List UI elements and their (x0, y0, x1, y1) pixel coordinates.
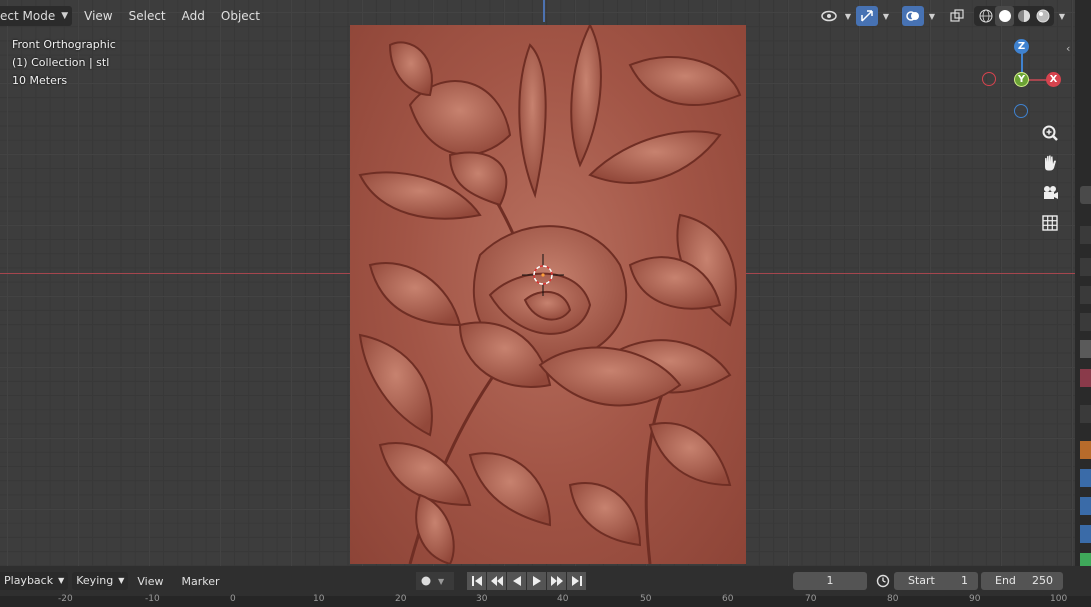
ruler-tick: -20 (58, 594, 73, 604)
end-label: End (995, 574, 1016, 587)
x-axis-gizmo[interactable]: X (1046, 72, 1061, 87)
timeline-header: Playback ▼ Keying ▼ View Marker ▼ 1 Star… (0, 570, 1091, 592)
scale-label: 10 Meters (12, 74, 68, 87)
pan-hand-icon[interactable] (1036, 149, 1064, 177)
ruler-tick: 70 (805, 594, 817, 604)
menu-add[interactable]: Add (174, 6, 213, 26)
ruler-tick: 80 (887, 594, 899, 604)
ruler-tick: 30 (476, 594, 488, 604)
menu-view[interactable]: View (76, 6, 120, 26)
ruler-tick: -10 (145, 594, 160, 604)
menu-object[interactable]: Object (213, 6, 268, 26)
viewport-menu-bar: ect Mode ▼ View Select Add Object (0, 4, 268, 28)
playback-dropdown[interactable]: Playback ▼ (0, 572, 69, 590)
chevron-down-icon[interactable]: ▼ (926, 12, 938, 21)
start-value: 1 (961, 574, 968, 587)
chevron-down-icon[interactable]: ▼ (842, 12, 854, 21)
play-reverse-icon[interactable] (507, 572, 526, 590)
ruler-tick: 10 (313, 594, 325, 604)
timeline-editor: Playback ▼ Keying ▼ View Marker ▼ 1 Star… (0, 566, 1091, 607)
y-axis-gizmo[interactable]: Y (1014, 72, 1029, 87)
visibility-icon[interactable] (818, 6, 840, 26)
collection-label: (1) Collection | stl (12, 56, 110, 69)
view-layer-tab-icon[interactable] (1080, 286, 1091, 304)
ruler-tick: 0 (230, 594, 236, 604)
modifier-tab-icon[interactable] (1080, 441, 1091, 459)
constraints-tab-icon[interactable] (1080, 497, 1091, 515)
negative-x-axis-gizmo[interactable] (982, 72, 996, 86)
rendered-shading-icon[interactable] (1033, 6, 1052, 26)
end-value: 250 (1032, 574, 1053, 587)
3d-viewport[interactable]: Front Orthographic (1) Collection | stl … (0, 0, 1075, 566)
chevron-down-icon[interactable]: ▼ (880, 12, 892, 21)
overlay-icon[interactable] (902, 6, 924, 26)
viewport-display-tools: ▼ ▼ ▼ ▼ (818, 4, 1068, 28)
material-shading-icon[interactable] (1014, 6, 1033, 26)
ruler-tick: 100 (1050, 594, 1068, 604)
keying-label: Keying (76, 574, 114, 587)
chevron-down-icon: ▼ (118, 576, 125, 585)
timeline-menu-marker[interactable]: Marker (172, 575, 228, 588)
camera-icon[interactable] (1036, 179, 1064, 207)
zoom-icon[interactable] (1036, 119, 1064, 147)
z-axis-gizmo[interactable]: Z (1014, 39, 1029, 54)
current-frame-field[interactable]: 1 (793, 572, 867, 590)
xray-icon[interactable] (946, 6, 968, 26)
end-frame-field[interactable]: End 250 (981, 572, 1063, 590)
output-tab-icon[interactable] (1080, 258, 1091, 276)
next-keyframe-icon[interactable] (547, 572, 566, 590)
play-icon[interactable] (527, 572, 546, 590)
chevron-down-icon: ▼ (61, 11, 69, 21)
wireframe-shading-icon[interactable] (976, 6, 995, 26)
physics-tab-icon[interactable] (1080, 469, 1091, 487)
interaction-mode-dropdown[interactable]: ect Mode ▼ (0, 6, 73, 26)
ruler-tick: 50 (640, 594, 652, 604)
sidebar-toggle-icon[interactable]: ‹ (1066, 42, 1070, 55)
prev-keyframe-icon[interactable] (487, 572, 506, 590)
grid-icon[interactable] (1036, 209, 1064, 237)
tool-tab-icon[interactable] (1080, 186, 1091, 204)
scene-tab-icon[interactable] (1080, 313, 1091, 331)
world-tab-icon[interactable] (1080, 340, 1091, 358)
jump-end-icon[interactable] (567, 572, 586, 590)
mode-label: ect Mode (0, 9, 56, 23)
view-name-label: Front Orthographic (12, 38, 116, 51)
3d-cursor-icon[interactable] (522, 254, 564, 296)
data-tab-icon[interactable] (1080, 525, 1091, 543)
playback-label: Playback (4, 574, 54, 587)
chevron-down-icon: ▼ (58, 576, 65, 585)
playback-controls: ▼ (416, 570, 587, 592)
object-tab-icon[interactable] (1080, 405, 1091, 423)
render-tab-icon[interactable] (1080, 226, 1091, 244)
shading-mode-group (974, 6, 1054, 26)
keying-dropdown[interactable]: Keying ▼ (72, 572, 129, 590)
timeline-menu-view[interactable]: View (128, 575, 172, 588)
negative-z-axis-gizmo[interactable] (1014, 104, 1028, 118)
start-label: Start (908, 574, 935, 587)
solid-shading-icon[interactable] (995, 6, 1014, 26)
gizmo-toggle-icon[interactable] (856, 6, 878, 26)
viewport-header: ect Mode ▼ View Select Add Object ▼ ▼ ▼ (0, 4, 1075, 28)
ruler-tick: 40 (557, 594, 569, 604)
ruler-tick: 90 (969, 594, 981, 604)
clock-icon[interactable] (874, 572, 892, 590)
timeline-menus: Playback ▼ Keying ▼ View Marker (0, 570, 229, 592)
chevron-down-icon[interactable]: ▼ (1056, 12, 1068, 21)
jump-start-icon[interactable] (467, 572, 486, 590)
navigation-gizmo[interactable]: Z Y X (975, 35, 1070, 125)
timeline-ruler[interactable]: -20 -10 0 10 20 30 40 50 60 70 80 90 100 (0, 594, 1091, 607)
ruler-tick: 60 (722, 594, 734, 604)
record-icon[interactable]: ▼ (416, 572, 454, 590)
menu-select[interactable]: Select (121, 6, 174, 26)
start-frame-field[interactable]: Start 1 (894, 572, 978, 590)
ruler-tick: 20 (395, 594, 407, 604)
collection-tab-icon[interactable] (1080, 369, 1091, 387)
